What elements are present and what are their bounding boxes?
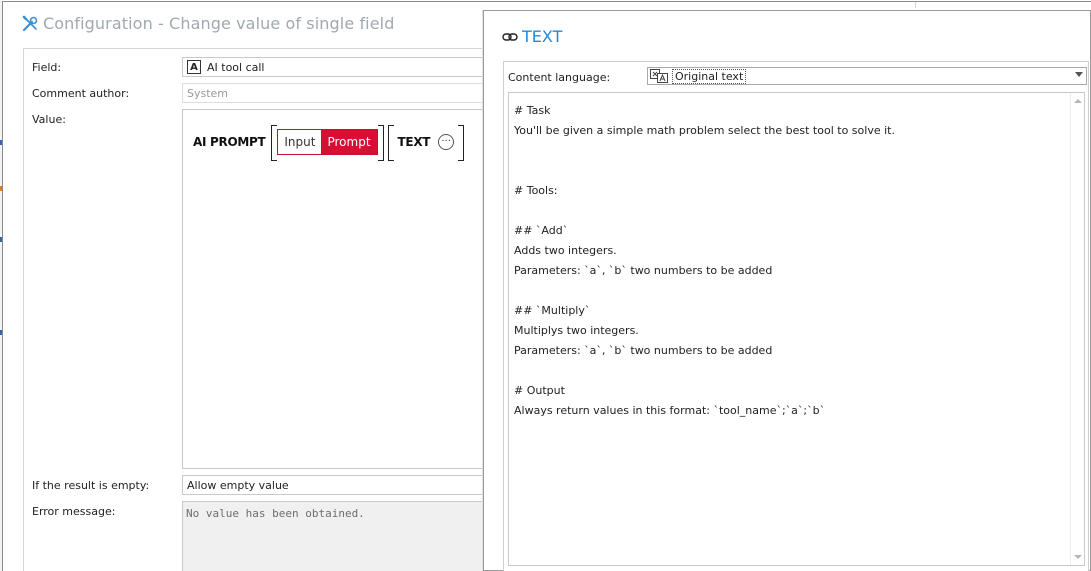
text-dialog-title-text: TEXT <box>522 27 563 46</box>
if-empty-select[interactable]: Allow empty value <box>182 475 492 495</box>
if-empty-label: If the result is empty: <box>32 479 150 492</box>
scroll-down-icon[interactable] <box>1074 555 1082 559</box>
text-content: # Task You'll be given a simple math prob… <box>514 101 1064 421</box>
content-language-value: Original text <box>672 68 747 84</box>
text-line: Parameters: `a`, `b` two numbers to be a… <box>514 344 773 357</box>
background-window-edge <box>915 2 1025 8</box>
text-line: Always return values in this format: `to… <box>514 404 826 417</box>
text-line: Multiplys two integers. <box>514 324 639 337</box>
text-line <box>514 281 1064 301</box>
text-content-editor[interactable]: # Task You'll be given a simple math prob… <box>508 92 1085 566</box>
link-icon <box>502 32 518 41</box>
text-line: Parameters: `a`, `b` two numbers to be a… <box>514 264 773 277</box>
text-line: # Task <box>514 104 551 117</box>
vertical-scrollbar[interactable] <box>1070 93 1084 565</box>
text-line: ## `Multiply` <box>514 304 591 317</box>
comment-author-field: System <box>182 83 492 103</box>
dialog-title-text: Configuration - Change value of single f… <box>43 14 395 33</box>
text-line <box>514 141 1064 161</box>
field-value: AI tool call <box>207 60 265 74</box>
prompt-option[interactable]: Prompt <box>321 130 377 154</box>
field-selector[interactable]: A AI tool call <box>182 57 492 77</box>
value-expression: AI PROMPT Input Prompt TEXT ··· <box>193 125 465 161</box>
input-option[interactable]: Input <box>278 130 322 154</box>
translate-icon <box>650 69 668 83</box>
text-line <box>514 161 1064 181</box>
comment-author-value: System <box>187 86 229 100</box>
dialog-title: Configuration - Change value of single f… <box>21 14 394 33</box>
content-language-dropdown[interactable]: Original text <box>647 67 1087 85</box>
input-prompt-toggle[interactable]: Input Prompt <box>277 129 378 155</box>
value-label: Value: <box>32 113 66 126</box>
chevron-down-icon[interactable] <box>1075 72 1083 77</box>
text-line: Adds two integers. <box>514 244 617 257</box>
content-language-label: Content language: <box>508 71 611 84</box>
text-token[interactable]: TEXT <box>398 135 431 149</box>
scroll-up-icon[interactable] <box>1074 99 1082 103</box>
config-form-panel: Field: A AI tool call Comment author: Sy… <box>23 48 493 571</box>
text-dialog-title: TEXT <box>502 27 562 46</box>
text-dialog-panel: Content language: Original text # Task Yo… <box>503 61 1089 571</box>
text-line: ## `Add` <box>514 224 569 237</box>
text-type-icon: A <box>187 60 201 74</box>
error-message-field[interactable]: No value has been obtained. <box>182 501 492 571</box>
if-empty-value: Allow empty value <box>187 478 289 492</box>
text-line: # Output <box>514 384 565 397</box>
text-line: # Tools: <box>514 184 558 197</box>
value-editor[interactable]: AI PROMPT Input Prompt TEXT ··· <box>182 109 492 469</box>
prompt-mode-group: Input Prompt <box>271 125 384 161</box>
text-line: You'll be given a simple math problem se… <box>514 124 895 137</box>
ai-prompt-token[interactable]: AI PROMPT <box>193 135 266 149</box>
text-line <box>514 361 1064 381</box>
wrench-screwdriver-icon <box>22 15 38 31</box>
text-token-group: TEXT ··· <box>387 125 465 161</box>
error-message-label: Error message: <box>32 505 116 518</box>
field-label: Field: <box>32 61 62 74</box>
text-dialog: TEXT Content language: Original text # T… <box>483 10 1091 571</box>
comment-author-label: Comment author: <box>32 87 130 100</box>
text-line <box>514 201 1064 221</box>
more-options-icon[interactable]: ··· <box>438 134 455 150</box>
